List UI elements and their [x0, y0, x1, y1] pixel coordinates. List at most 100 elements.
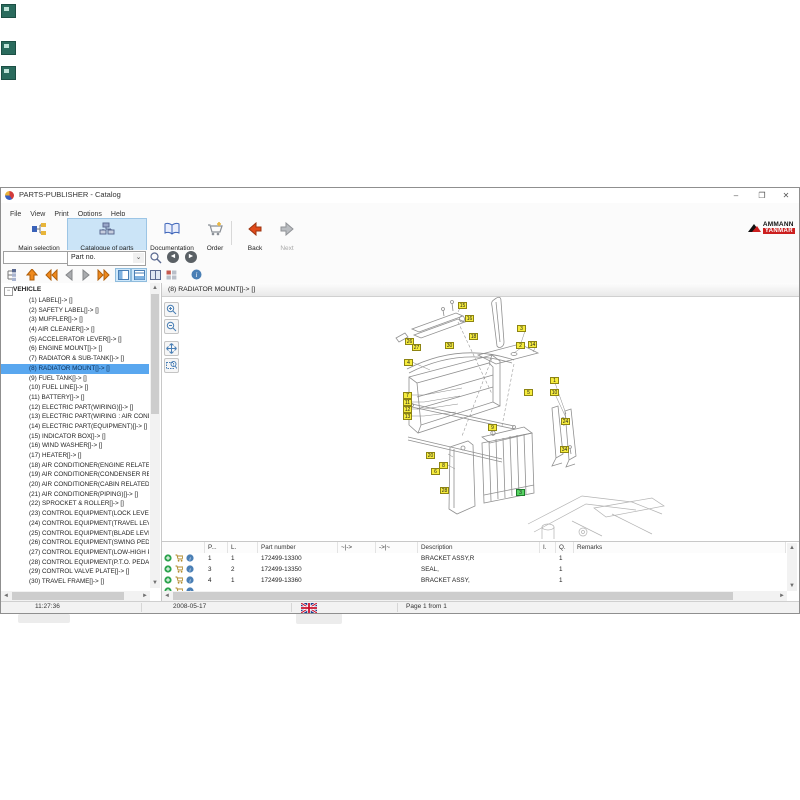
column-header[interactable]: L. [228, 542, 258, 553]
desktop-icon[interactable] [1, 66, 16, 80]
part-callout[interactable]: 8 [439, 462, 448, 469]
tree-item[interactable]: (7) RADIATOR & SUB-TANK[]-> [] [1, 354, 149, 364]
part-callout[interactable]: 1 [550, 377, 559, 384]
next-page-icon[interactable] [79, 268, 93, 281]
select-part-icon[interactable] [164, 565, 172, 573]
part-info-icon[interactable]: i [186, 565, 194, 573]
column-header[interactable]: Description [418, 542, 540, 553]
column-header[interactable]: Q. [556, 542, 574, 553]
last-page-icon[interactable] [96, 268, 110, 281]
part-callout[interactable]: 34 [560, 446, 569, 453]
desktop-icon[interactable] [1, 41, 16, 55]
tree-root-label[interactable]: VEHICLE [13, 286, 41, 293]
part-callout[interactable]: 14 [528, 341, 537, 348]
tree-item[interactable]: (25) CONTROL EQUIPMENT(BLADE LEVER [1, 529, 149, 539]
tree-item[interactable]: (29) CONTROL VALVE PLATE[]-> [] [1, 567, 149, 577]
tree-item[interactable]: (16) WIND WASHER[]-> [] [1, 441, 149, 451]
view-panel-toggle-icon[interactable] [115, 268, 131, 282]
part-callout[interactable]: 4 [404, 359, 413, 366]
part-callout[interactable]: 11 [403, 399, 412, 406]
tree-item[interactable]: (10) FUEL LINE[]-> [] [1, 383, 149, 393]
tree-item[interactable]: (2) SAFETY LABEL[]-> [] [1, 306, 149, 316]
tree-item[interactable]: (6) ENGINE MOUNT[]-> [] [1, 344, 149, 354]
tree-item[interactable]: (27) CONTROL EQUIPMENT(LOW-HIGH P [1, 548, 149, 558]
part-callout[interactable]: 9 [488, 424, 497, 431]
info-icon[interactable]: i [189, 268, 203, 281]
tree-item[interactable]: (14) ELECTRIC PART(EQUIPMENT)[]-> [] [1, 422, 149, 432]
tree-item[interactable]: (19) AIR CONDITIONER(CONDENSER REL [1, 470, 149, 480]
tree-structure-icon[interactable] [4, 268, 18, 281]
part-callout[interactable]: 12 [403, 406, 412, 413]
select-part-icon[interactable] [164, 576, 172, 584]
back-button[interactable]: Back [237, 218, 273, 251]
part-callout[interactable]: 27 [412, 344, 421, 351]
title-bar[interactable]: PARTS-PUBLISHER - Catalog – ❐ ✕ [1, 188, 799, 204]
column-header[interactable]: ->|~ [376, 542, 418, 553]
history-back-button[interactable]: ◄ [167, 251, 179, 263]
restore-button[interactable]: ❐ [751, 189, 773, 202]
close-button[interactable]: ✕ [775, 189, 797, 202]
table-row[interactable]: i 1 1 172499-13300 BRACKET ASSY,R 1 [162, 553, 782, 564]
table-row[interactable]: i 3 2 172499-13350 SEAL, 1 [162, 564, 782, 575]
part-info-icon[interactable]: i [186, 576, 194, 584]
tree-item[interactable]: (4) AIR CLEANER[]-> [] [1, 325, 149, 335]
part-search-input[interactable] [3, 251, 69, 264]
history-forward-button[interactable]: ► [185, 251, 197, 263]
order-button[interactable]: Order [195, 218, 235, 251]
tree-item[interactable]: (21) AIR CONDITIONER(PIPING)[]-> [] [1, 490, 149, 500]
tree-item[interactable]: (13) ELECTRIC PART(WIRING : AIR COND [1, 412, 149, 422]
part-callout[interactable]: 30 [445, 342, 454, 349]
tree-item[interactable]: (8) RADIATOR MOUNT[]-> [] [1, 364, 149, 374]
column-header[interactable]: Part number [258, 542, 338, 553]
tree-item[interactable]: (12) ELECTRIC PART(WIRING)[]-> [] [1, 403, 149, 413]
tree-collapse-icon[interactable]: − [4, 287, 13, 296]
column-header[interactable]: ~|-> [338, 542, 376, 553]
grid-view-icon[interactable] [164, 268, 178, 281]
part-callout[interactable]: 3 [517, 325, 526, 332]
part-callout[interactable]: 2 [516, 342, 525, 349]
add-to-order-icon[interactable] [175, 576, 183, 584]
next-button[interactable]: Next [269, 218, 305, 251]
tree-item[interactable]: (1) LABEL[]-> [] [1, 296, 149, 306]
language-flag-icon[interactable] [301, 603, 317, 613]
previous-icon[interactable] [62, 268, 76, 281]
tree-item[interactable]: (20) AIR CONDITIONER(CABIN RELATED)[ [1, 480, 149, 490]
tree-item[interactable]: (15) INDICATOR BOX[]-> [] [1, 432, 149, 442]
part-callout[interactable]: 28 [440, 487, 449, 494]
tree-vertical-scrollbar[interactable]: ▲ ▼ [150, 283, 160, 588]
part-callout[interactable]: 13 [403, 413, 412, 420]
table-horizontal-scrollbar[interactable]: ◄ ► [162, 591, 787, 601]
split-view-icon[interactable] [148, 268, 162, 281]
tree-item[interactable]: (18) AIR CONDITIONER(ENGINE RELATED [1, 461, 149, 471]
view-table-toggle-icon[interactable] [131, 268, 147, 282]
tree-horizontal-scrollbar[interactable]: ◄ ► [1, 591, 150, 601]
part-callout[interactable]: 20 [426, 452, 435, 459]
add-to-order-icon[interactable] [175, 554, 183, 562]
tree-item[interactable]: (30) TRAVEL FRAME[]-> [] [1, 577, 149, 587]
part-callout[interactable]: 16 [465, 315, 474, 322]
tree-item[interactable]: (3) MUFFLER[]-> [] [1, 315, 149, 325]
table-vertical-scrollbar[interactable]: ▲ ▼ [787, 543, 797, 591]
catalogue-of-parts-button[interactable]: Catalogue of parts [67, 218, 147, 251]
main-selection-button[interactable]: Main selection [7, 218, 71, 251]
documentation-button[interactable]: Documentation [141, 218, 203, 251]
part-callout[interactable]: 15 [458, 302, 467, 309]
part-callout[interactable]: 18 [469, 333, 478, 340]
tree-item[interactable]: (28) CONTROL EQUIPMENT(P.T.O. PEDAL [1, 558, 149, 568]
column-header[interactable]: I. [540, 542, 556, 553]
minimize-button[interactable]: – [725, 189, 747, 202]
part-callout[interactable]: 24 [561, 418, 570, 425]
part-callout[interactable]: 10 [550, 389, 559, 396]
column-header[interactable]: P... [205, 542, 228, 553]
tree-item[interactable]: (9) FUEL TANK[]-> [] [1, 374, 149, 384]
part-callout[interactable]: 7 [403, 392, 412, 399]
first-page-icon[interactable] [44, 268, 58, 281]
search-field-dropdown[interactable]: Part no. ⌄ [67, 251, 146, 266]
column-header[interactable]: Remarks [574, 542, 786, 553]
go-up-icon[interactable] [25, 268, 39, 281]
tree-item[interactable]: (23) CONTROL EQUIPMENT(LOCK LEVER [1, 509, 149, 519]
column-header-icons[interactable] [162, 542, 205, 553]
tree-item[interactable]: (26) CONTROL EQUIPMENT(SWING PEDA [1, 538, 149, 548]
table-row[interactable]: i 4 1 172499-13360 BRACKET ASSY, 1 [162, 575, 782, 586]
part-callout[interactable]: 3 [516, 489, 525, 496]
